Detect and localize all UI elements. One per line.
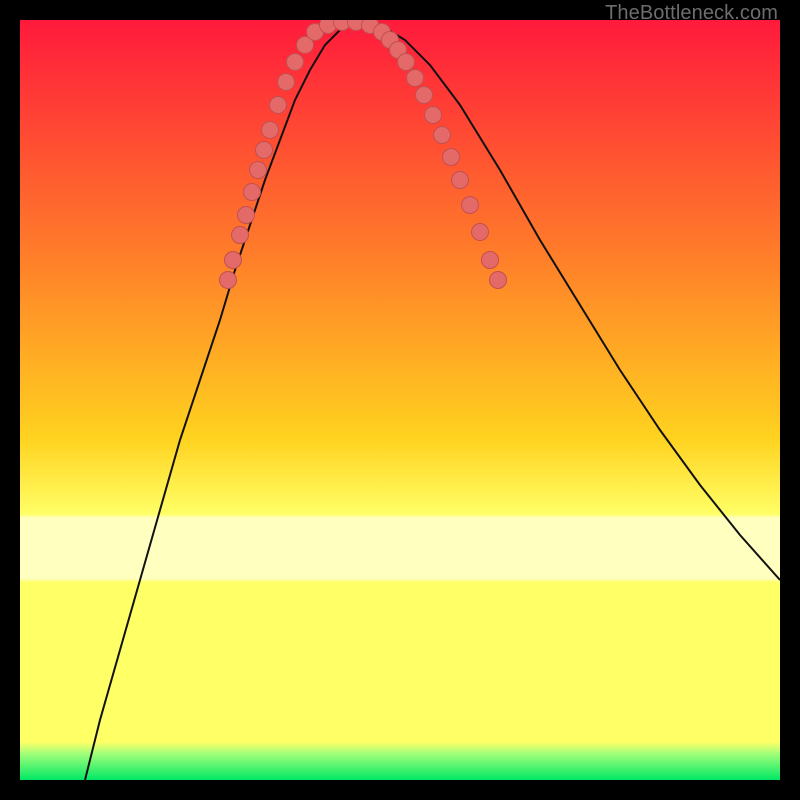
highlight-marker (472, 224, 489, 241)
highlight-marker (398, 54, 415, 71)
highlight-marker (490, 272, 507, 289)
gradient-background (20, 20, 780, 780)
highlight-marker (250, 162, 267, 179)
highlight-marker (220, 272, 237, 289)
highlight-marker (452, 172, 469, 189)
highlight-marker (262, 122, 279, 139)
highlight-marker (462, 197, 479, 214)
highlight-marker (270, 97, 287, 114)
highlight-marker (238, 207, 255, 224)
highlight-marker (244, 184, 261, 201)
highlight-marker (425, 107, 442, 124)
highlight-marker (482, 252, 499, 269)
highlight-marker (256, 142, 273, 159)
highlight-marker (232, 227, 249, 244)
highlight-marker (407, 70, 424, 87)
highlight-marker (225, 252, 242, 269)
chart-frame (20, 20, 780, 780)
highlight-marker (416, 87, 433, 104)
bottleneck-chart (20, 20, 780, 780)
highlight-marker (287, 54, 304, 71)
highlight-marker (443, 149, 460, 166)
highlight-marker (278, 74, 295, 91)
highlight-marker (434, 127, 451, 144)
